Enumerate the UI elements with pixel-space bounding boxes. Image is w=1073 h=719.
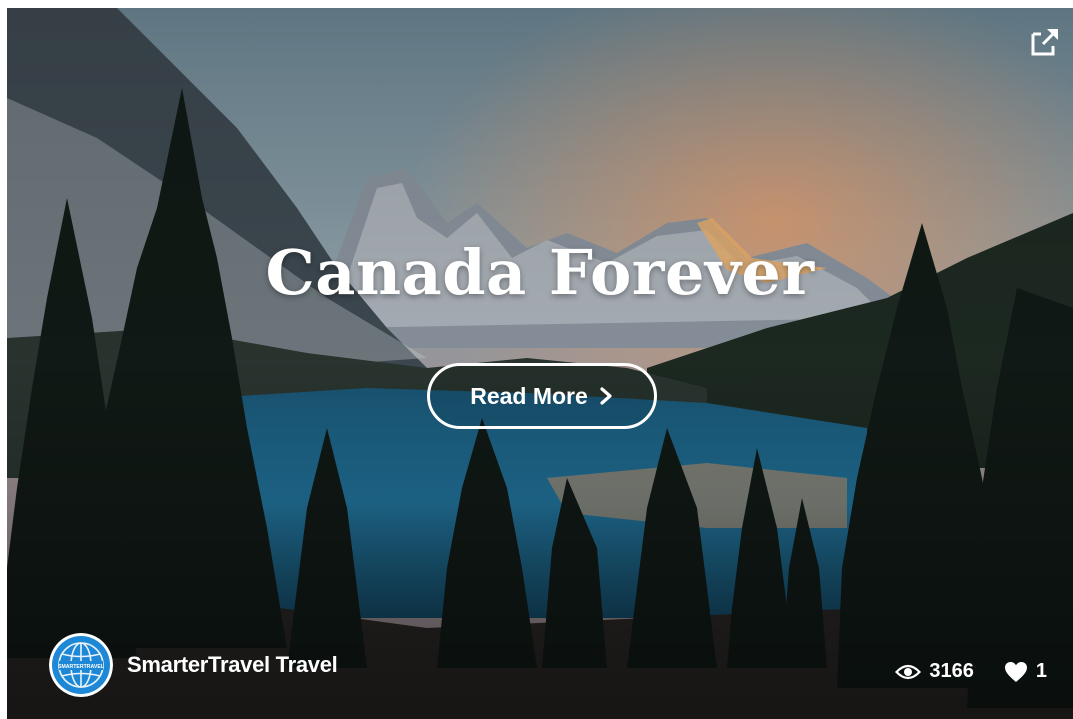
read-more-button[interactable]: Read More	[427, 363, 657, 429]
heart-icon	[1004, 661, 1027, 682]
globe-icon: SMARTERTRAVEL	[49, 633, 113, 697]
external-link-icon	[1031, 28, 1059, 56]
likes-count: 1	[1035, 660, 1047, 682]
avatar-logo-text: SMARTERTRAVEL	[58, 664, 105, 670]
story-title: Canada Forever	[265, 236, 815, 309]
author-info: SMARTERTRAVEL SmarterTravel Travel	[49, 633, 338, 697]
eye-icon	[895, 664, 922, 679]
travel-story-card[interactable]: Canada Forever Read More SMARTERTRAVEL S…	[7, 8, 1073, 719]
likes-stat[interactable]: 1	[1004, 660, 1047, 683]
open-external-button[interactable]	[1027, 24, 1063, 60]
read-more-label: Read More	[470, 382, 588, 409]
author-avatar[interactable]: SMARTERTRAVEL	[49, 633, 113, 697]
author-name-link[interactable]: SmarterTravel Travel	[127, 652, 338, 678]
views-stat: 3166	[895, 660, 974, 683]
story-stats: 3166 1	[895, 660, 1047, 683]
chevron-right-icon	[600, 387, 612, 405]
views-count: 3166	[929, 660, 974, 682]
